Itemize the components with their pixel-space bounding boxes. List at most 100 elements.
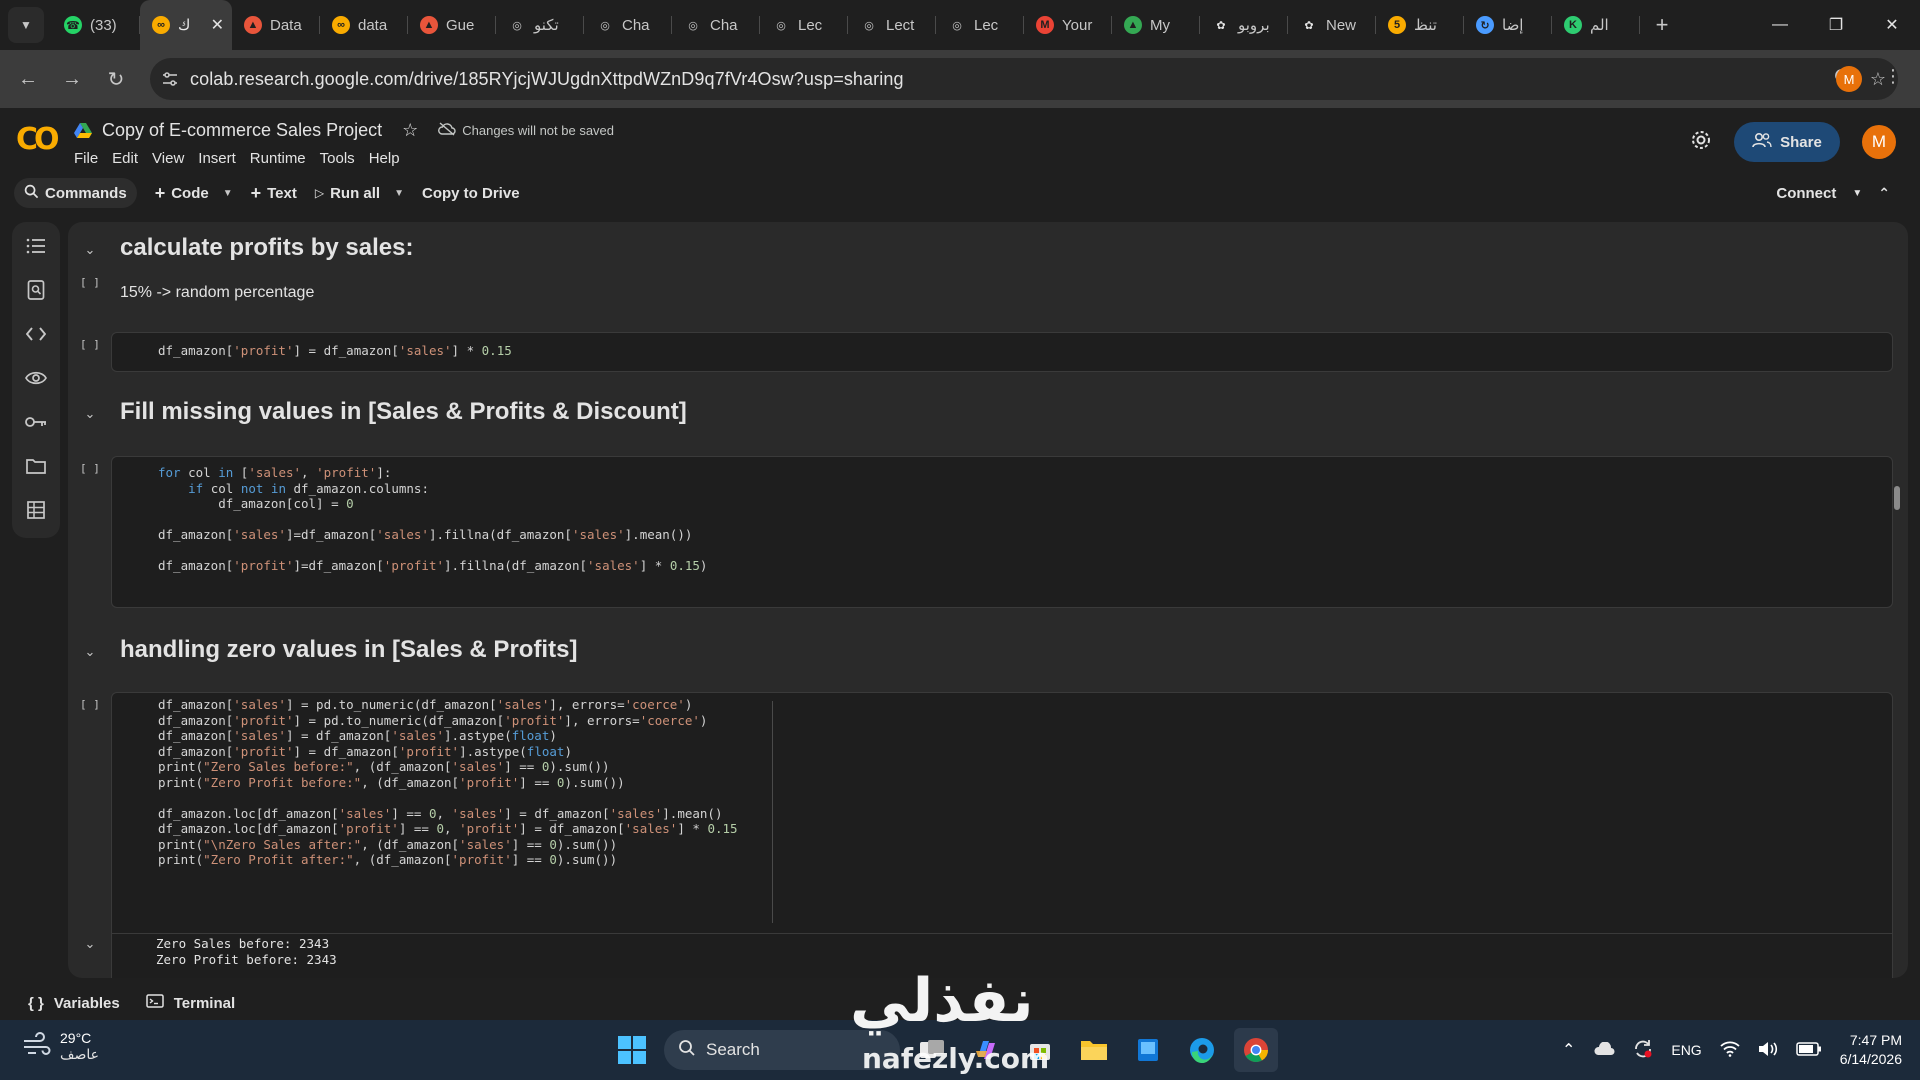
reload-button[interactable]: ↻ [96,59,136,99]
caret-down-icon[interactable]: ▼ [223,188,233,199]
browser-tab[interactable]: ☎ (33) [52,0,140,50]
star-icon[interactable]: ☆ [402,120,418,141]
caret-down-icon[interactable]: ▼ [1852,188,1862,199]
tab-label: تكنو [534,17,559,34]
start-button[interactable] [610,1028,654,1072]
code-snippets-icon[interactable] [24,322,48,346]
code-cell[interactable]: df_amazon['sales'] = pd.to_numeric(df_am… [111,692,1893,978]
back-button[interactable]: ← [8,59,48,99]
menu-help[interactable]: Help [369,150,408,167]
browser-tab[interactable]: ↻ إضا [1464,0,1552,50]
collapse-output-icon[interactable]: ⌄ [82,936,98,952]
code-cell[interactable]: df_amazon['profit'] = df_amazon['sales']… [111,332,1893,372]
browser-profile-avatar[interactable]: M [1836,66,1862,92]
menu-tools[interactable]: Tools [320,150,363,167]
menu-edit[interactable]: Edit [112,150,146,167]
folder-icon[interactable] [24,454,48,478]
browser-tab[interactable]: ▲ Data [232,0,320,50]
onedrive-cloud-icon[interactable] [1593,1040,1615,1059]
run-cell-button[interactable]: [ ] [80,338,100,351]
scrollbar-thumb[interactable] [1894,486,1900,510]
tablet-app-icon[interactable] [1126,1028,1170,1072]
run-cell-button[interactable]: [ ] [80,698,100,711]
search-icon [678,1039,696,1062]
forward-button[interactable]: → [52,59,92,99]
terminal-button[interactable]: Terminal [145,994,235,1012]
browser-tab[interactable]: ▲ My [1112,0,1200,50]
new-tab-button[interactable]: + [1646,9,1678,41]
browser-tab[interactable]: K الم [1552,0,1640,50]
browser-tab[interactable]: ✿ بروبو [1200,0,1288,50]
add-code-button[interactable]: + Code ▼ [155,183,233,204]
table-icon[interactable] [24,498,48,522]
volume-icon[interactable] [1758,1041,1778,1060]
browser-tab[interactable]: ∞ data [320,0,408,50]
connect-button[interactable]: Connect ▼ ⌃ [1776,174,1890,212]
browser-tab[interactable]: 5 تنظ [1376,0,1464,50]
menu-view[interactable]: View [152,150,192,167]
globe-icon: ◎ [600,19,610,32]
code-line: df_amazon['profit']=df_amazon['profit'].… [158,558,708,573]
variables-button[interactable]: { } Variables [28,995,120,1012]
menu-file[interactable]: File [74,150,106,167]
commands-button[interactable]: Commands [14,178,137,208]
browser-tab[interactable]: ◎ Lec [936,0,1024,50]
collapse-section-icon[interactable]: ⌄ [82,242,98,258]
table-of-contents-icon[interactable] [24,234,48,258]
tab-label: Gue [446,16,475,34]
chevron-up-icon[interactable]: ⌃ [1878,185,1890,202]
language-indicator[interactable]: ENG [1671,1042,1701,1058]
clock[interactable]: 7:47 PM 6/14/2026 [1840,1031,1902,1069]
url-text[interactable]: colab.research.google.com/drive/185RYjcj… [190,69,904,90]
browser-tab[interactable]: ◎ Cha [584,0,672,50]
browser-tab[interactable]: ▲ Gue [408,0,496,50]
browser-tab[interactable]: ◎ Lect [848,0,936,50]
notebook-title[interactable]: Copy of E-commerce Sales Project [102,120,382,141]
find-replace-icon[interactable] [24,278,48,302]
file-explorer-icon[interactable] [1072,1028,1116,1072]
code-cell[interactable]: for col in ['sales', 'profit']: if col n… [111,456,1893,608]
share-button[interactable]: Share [1734,122,1840,162]
address-bar[interactable]: colab.research.google.com/drive/185RYjcj… [150,58,1898,100]
secrets-eye-icon[interactable] [24,366,48,390]
collapse-section-icon[interactable]: ⌄ [82,406,98,422]
run-all-button[interactable]: ▷ Run all ▼ [315,185,404,202]
menu-runtime[interactable]: Runtime [250,150,314,167]
close-tab-icon[interactable]: ✕ [211,15,224,35]
settings-gear-icon[interactable] [1690,129,1712,156]
text-label: Text [267,184,297,202]
collapse-section-icon[interactable]: ⌄ [82,644,98,660]
restore-button[interactable]: ❐ [1808,0,1864,50]
browser-tab[interactable]: M Your [1024,0,1112,50]
run-cell-button[interactable]: [ ] [80,462,100,475]
tab-search-button[interactable]: ▼ [8,7,44,43]
tab-label: Lec [798,16,823,34]
browser-tab[interactable]: ◎ تكنو [496,0,584,50]
browser-tab[interactable]: ∞ ك ✕ [140,0,232,50]
globe-icon: ◎ [688,19,698,32]
chrome-icon[interactable] [1234,1028,1278,1072]
minimize-button[interactable]: — [1752,0,1808,50]
globe-icon: ◎ [512,19,522,32]
browser-tab[interactable]: ✿ New [1288,0,1376,50]
site-info-icon[interactable] [150,70,190,88]
colab-logo[interactable]: CO [16,122,59,157]
user-avatar[interactable]: M [1862,125,1896,159]
add-text-button[interactable]: + Text [251,183,297,204]
wifi-icon[interactable] [1720,1041,1740,1060]
battery-icon[interactable] [1795,1041,1822,1059]
key-icon[interactable] [24,410,48,434]
browser-tab[interactable]: ◎ Cha [672,0,760,50]
browser-menu-icon[interactable]: ⋮ [1884,66,1902,87]
show-hidden-icons-icon[interactable]: ⌃ [1562,1040,1575,1060]
sync-icon[interactable] [1633,1039,1653,1062]
copy-to-drive-button[interactable]: Copy to Drive [422,185,520,202]
menu-insert[interactable]: Insert [198,150,244,167]
weather-widget[interactable]: 29°C عاصف [22,1030,99,1063]
edge-icon[interactable] [1180,1028,1224,1072]
close-window-button[interactable]: ✕ [1864,0,1920,50]
caret-down-icon[interactable]: ▼ [394,188,404,199]
browser-tab[interactable]: ◎ Lec [760,0,848,50]
run-cell-button[interactable]: [ ] [80,276,100,289]
windy-weather-icon [22,1031,52,1062]
